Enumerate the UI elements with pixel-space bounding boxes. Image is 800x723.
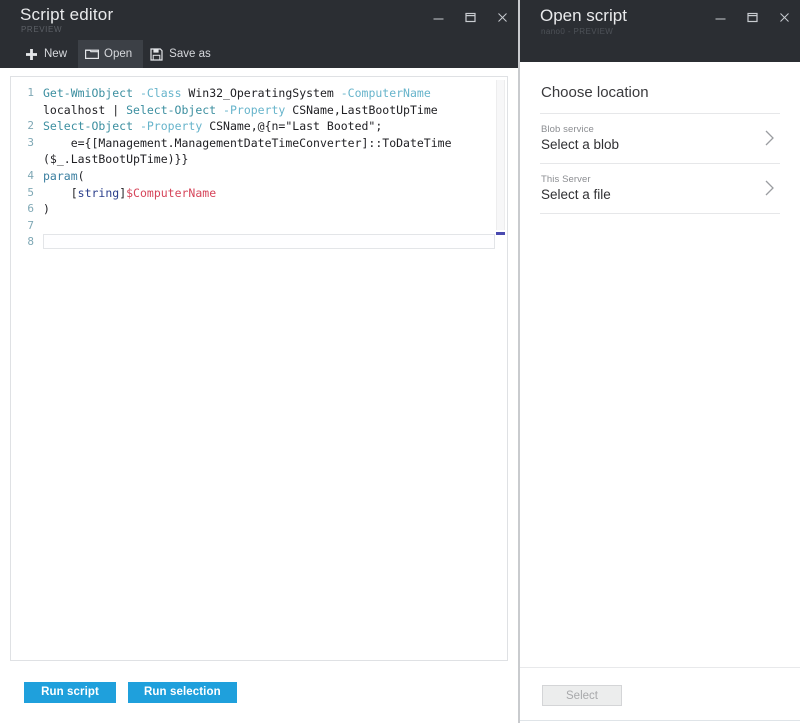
chevron-right-icon [763,128,776,148]
code-token: $ComputerName [126,185,217,200]
toolbar-save-as-label: Save as [169,48,211,60]
line-number: 3 [27,135,34,149]
script-editor-app: Script editor PREVIEW New Open Save as 1… [0,0,800,723]
editor-scroll-marker [496,232,505,235]
code-token: ) [43,202,50,217]
location-source-label: Blob service [541,124,594,135]
line-text[interactable]: ) [43,201,507,218]
script-editor-preview-label: PREVIEW [21,25,63,34]
location-texts: This Server Select a file [541,174,611,202]
location-source-label: This Server [541,174,591,185]
editor-scrollbar-thumb[interactable] [496,80,505,230]
code-line[interactable]: 1 Get-WmiObject -Class Win32_OperatingSys… [11,85,507,118]
line-number: 1 [27,86,34,99]
line-number: 5 [27,185,34,199]
location-list: Blob service Select a blob This Server Sele… [538,114,782,214]
code-token: -Property [139,119,203,134]
line-number: 4 [27,168,34,182]
code-token: CSName,LastBootUpTime [285,102,438,117]
editor-container: 1 Get-WmiObject -Class Win32_OperatingSys… [0,68,518,661]
editor-vertical-scrollbar[interactable] [495,78,506,659]
restore-icon[interactable] [736,0,768,34]
code-token: localhost | [43,102,120,117]
chevron-right-icon [763,178,776,198]
code-token: -Property [223,102,286,117]
code-line[interactable]: 3 e={[Management.ManagementDateTimeConve… [11,135,507,168]
run-selection-button[interactable]: Run selection [128,681,237,703]
floppy-disk-icon [149,47,164,62]
code-area[interactable]: 1 Get-WmiObject -Class Win32_OperatingSys… [11,77,507,251]
code-token: Win32_OperatingSystem [181,86,341,100]
toolbar-save-as-button[interactable]: Save as [143,40,222,68]
folder-icon [84,47,99,62]
script-editor-panel: Script editor PREVIEW New Open Save as 1… [0,0,518,723]
run-script-button[interactable]: Run script [24,681,116,703]
script-editor-title: Script editor [20,5,114,24]
close-icon[interactable] [768,0,800,34]
open-script-title: Open script [540,6,627,25]
toolbar-open-button[interactable]: Open [78,40,144,68]
code-line[interactable]: 8 [11,234,507,251]
line-text[interactable]: Get-WmiObject -Class Win32_OperatingSyst… [43,85,507,118]
editor-action-bar: Run script Run selection [0,661,518,723]
code-token: CSName,@{n="Last Booted"; [202,119,383,134]
code-token: e={[Management.ManagementDateTimeConvert… [43,135,452,167]
code-token: -Class [139,86,182,100]
code-line[interactable]: 2 Select-Object -Property CSName,@{n="Las… [11,118,507,135]
script-editor-window-controls [422,0,518,34]
line-text[interactable]: e={[Management.ManagementDateTimeConvert… [43,135,507,168]
code-line[interactable]: 5 [string]$ComputerName [11,185,507,202]
minimize-icon[interactable] [422,0,454,34]
close-icon[interactable] [486,0,518,34]
code-token: -ComputerName [340,86,431,100]
open-script-titlebar: Open script nano0 - PREVIEW [520,0,800,62]
code-line[interactable]: 6) [11,201,507,218]
toolbar-new-button[interactable]: New [18,40,78,68]
open-script-subtitle: nano0 - PREVIEW [541,27,614,36]
line-number: 7 [27,218,34,232]
location-divider [540,213,780,214]
location-list-item[interactable]: This Server Select a file [538,164,782,213]
open-script-window-controls [704,0,800,34]
line-number: 2 [27,119,34,133]
location-list-item[interactable]: Blob service Select a blob [538,114,782,163]
script-editor-titlebar: Script editor PREVIEW [0,0,518,40]
line-number: 6 [27,202,34,216]
code-token: string [77,185,120,200]
line-number: 8 [27,235,34,249]
minimize-icon[interactable] [704,0,736,34]
code-token: ( [77,168,85,183]
plus-icon [24,47,39,62]
restore-icon[interactable] [454,0,486,34]
toolbar-open-label: Open [104,48,133,60]
line-text[interactable] [43,234,495,250]
code-editor[interactable]: 1 Get-WmiObject -Class Win32_OperatingSys… [10,76,508,661]
code-token: param [43,168,78,183]
code-token: [ [43,185,78,200]
open-script-footer: Select [520,667,800,723]
choose-location-heading: Choose location [541,84,649,101]
line-text[interactable]: param( [43,168,507,185]
location-action-label: Select a blob [541,137,620,152]
location-action-label: Select a file [541,187,611,202]
code-token: Select-Object [126,102,217,117]
code-line[interactable]: 7 [11,218,507,235]
location-texts: Blob service Select a blob [541,124,619,152]
choose-location-section: Choose location Blob service Select a blo… [520,62,800,667]
select-button[interactable]: Select [542,685,622,706]
script-editor-toolbar: New Open Save as [0,40,518,68]
line-text[interactable]: [string]$ComputerName [43,185,507,202]
code-line[interactable]: 4 param( [11,168,507,185]
toolbar-new-label: New [44,48,68,60]
line-text[interactable]: Select-Object -Property CSName,@{n="Last… [43,118,507,135]
open-script-panel: Open script nano0 - PREVIEW Choose locat… [520,0,800,723]
code-token: Select-Object [43,119,134,134]
code-token: Get-WmiObject [43,86,134,100]
